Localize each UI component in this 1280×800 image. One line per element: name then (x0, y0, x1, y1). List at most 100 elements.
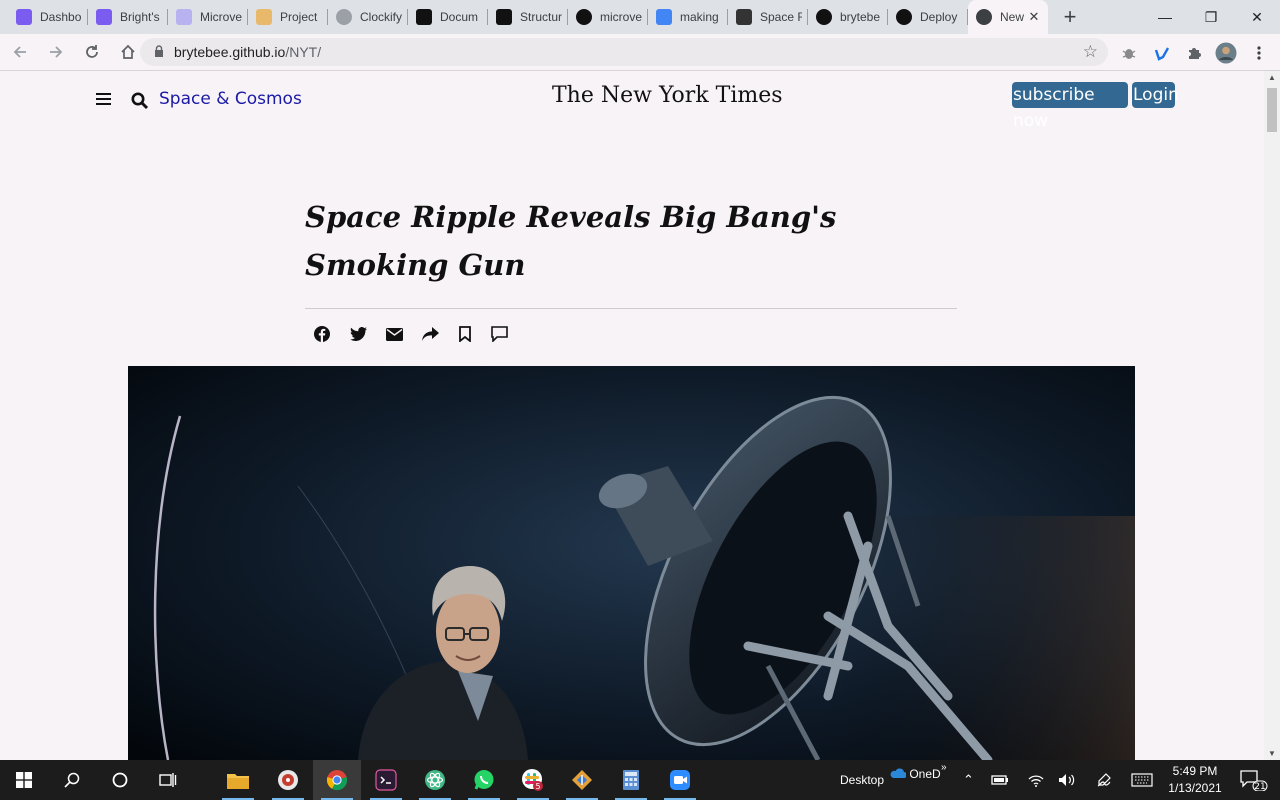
slack-icon[interactable]: 5 (509, 760, 557, 800)
close-tab-icon[interactable]: ✕ (1026, 9, 1042, 25)
notion-icon (496, 9, 512, 25)
windows-start-icon[interactable] (0, 760, 48, 800)
whatsapp-icon[interactable] (460, 760, 508, 800)
hamburger-menu-icon[interactable] (96, 93, 111, 105)
tab-label: microve (600, 10, 642, 24)
task-view-icon[interactable] (144, 760, 192, 800)
close-window-button[interactable]: ✕ (1234, 0, 1280, 34)
bookmark-icon[interactable] (455, 324, 475, 344)
tab-label: Dashbo (40, 10, 82, 24)
clock-time: 5:49 PM (1172, 764, 1218, 778)
browser-toolbar: brytebee.github.io/NYT/ ☆ (0, 34, 1280, 71)
slack-badge: 5 (535, 782, 540, 791)
volume-icon[interactable] (1047, 760, 1087, 800)
minimize-button[interactable]: — (1142, 0, 1188, 34)
browser-tab[interactable]: Microve (168, 0, 248, 34)
comment-icon[interactable] (489, 324, 509, 344)
url-path: /NYT/ (285, 44, 322, 60)
globe-icon (976, 9, 992, 25)
zoom-icon[interactable] (656, 760, 704, 800)
tab-list: Dashbo Bright's Microve Project Clockify Docu… (0, 0, 1048, 34)
twitter-icon[interactable] (348, 324, 368, 344)
keyboard-icon[interactable] (1122, 760, 1162, 800)
vimeo-extension-icon[interactable] (1147, 34, 1177, 71)
bug-extension-icon[interactable] (1114, 34, 1144, 71)
restore-button[interactable]: ❐ (1188, 0, 1234, 34)
clockify-icon (336, 9, 352, 25)
share-icon[interactable] (420, 324, 440, 344)
github-icon (576, 9, 592, 25)
github-icon (896, 9, 912, 25)
masthead-logo[interactable]: The New York Times (552, 83, 783, 108)
page-scrollbar[interactable]: ▲ ▼ (1264, 71, 1280, 760)
github-icon (816, 9, 832, 25)
desktop-toolbar-label[interactable]: Desktop (840, 773, 884, 787)
headline-divider (305, 308, 957, 309)
browser-tab[interactable]: Structur (488, 0, 568, 34)
terminal-icon[interactable] (362, 760, 410, 800)
browser-tab[interactable]: Bright's (88, 0, 168, 34)
headline-line-1: Space Ripple Reveals Big Bang's (305, 200, 837, 234)
browser-menu-icon[interactable] (1244, 34, 1274, 71)
nyt-icon (736, 9, 752, 25)
forward-button[interactable] (40, 36, 72, 68)
clock-date: 1/13/2021 (1168, 781, 1222, 795)
google-icon (656, 9, 672, 25)
project-icon (256, 9, 272, 25)
login-button[interactable]: Login (1132, 82, 1179, 108)
browser-tab[interactable]: Project (248, 0, 328, 34)
media-player-icon[interactable] (264, 760, 312, 800)
browser-tab[interactable]: Clockify (328, 0, 408, 34)
onedrive-tray[interactable]: OneD (890, 767, 941, 781)
mural-icon (16, 9, 32, 25)
search-icon[interactable] (48, 760, 96, 800)
url-text: brytebee.github.io/NYT/ (174, 44, 321, 60)
calculator-icon[interactable] (607, 760, 655, 800)
mural-icon (176, 9, 192, 25)
tab-label: Space F (760, 10, 802, 24)
article-hero-image (128, 366, 1135, 760)
notion-icon (416, 9, 432, 25)
puzzle-extensions-icon[interactable] (1179, 34, 1209, 71)
chevron-up-icon[interactable]: ⌃ (963, 772, 974, 788)
browser-tab[interactable]: Docum (408, 0, 488, 34)
reload-button[interactable] (76, 36, 108, 68)
tab-label: Microve (200, 10, 242, 24)
notification-center-icon[interactable]: 21 (1232, 760, 1276, 800)
section-link[interactable]: Space & Cosmos (159, 89, 302, 109)
email-icon[interactable] (384, 324, 404, 344)
git-client-icon[interactable] (558, 760, 606, 800)
browser-tab[interactable]: Dashbo (8, 0, 88, 34)
tab-label: Docum (440, 10, 479, 24)
windows-taskbar: 5 Desktop OneD » ⌃ 5:49 PM 1/13/2021 21 (0, 760, 1280, 800)
browser-tab[interactable]: New ✕ (968, 0, 1048, 34)
browser-tab[interactable]: brytebe (808, 0, 888, 34)
subscribe-button[interactable]: subscribe now (1012, 82, 1128, 131)
browser-tab[interactable]: Space F (728, 0, 808, 34)
tab-label: Bright's (120, 10, 160, 24)
address-bar[interactable]: brytebee.github.io/NYT/ ☆ (140, 38, 1108, 66)
chevron-more-icon[interactable]: » (941, 762, 947, 773)
atom-editor-icon[interactable] (411, 760, 459, 800)
browser-tab[interactable]: making (648, 0, 728, 34)
scroll-thumb[interactable] (1267, 88, 1277, 132)
back-button[interactable] (4, 36, 36, 68)
system-clock[interactable]: 5:49 PM 1/13/2021 (1160, 763, 1230, 797)
battery-icon[interactable] (980, 760, 1020, 800)
pen-ink-icon[interactable] (1084, 760, 1124, 800)
browser-tab[interactable]: Deploy (888, 0, 968, 34)
search-icon[interactable] (130, 91, 150, 111)
new-tab-button[interactable]: + (1056, 0, 1084, 34)
browser-tab[interactable]: microve (568, 0, 648, 34)
facebook-icon[interactable] (312, 324, 332, 344)
file-explorer-icon[interactable] (214, 760, 262, 800)
tab-label: Clockify (360, 10, 402, 24)
cortana-icon[interactable] (96, 760, 144, 800)
profile-avatar[interactable] (1211, 34, 1241, 71)
web-page: Space & Cosmos The New York Times subscr… (0, 71, 1264, 760)
scroll-down-icon[interactable]: ▼ (1268, 749, 1276, 758)
scroll-up-icon[interactable]: ▲ (1268, 73, 1276, 82)
bookmark-star-icon[interactable]: ☆ (1083, 42, 1098, 62)
arrow-right-icon (50, 46, 63, 58)
chrome-icon[interactable] (313, 760, 361, 800)
